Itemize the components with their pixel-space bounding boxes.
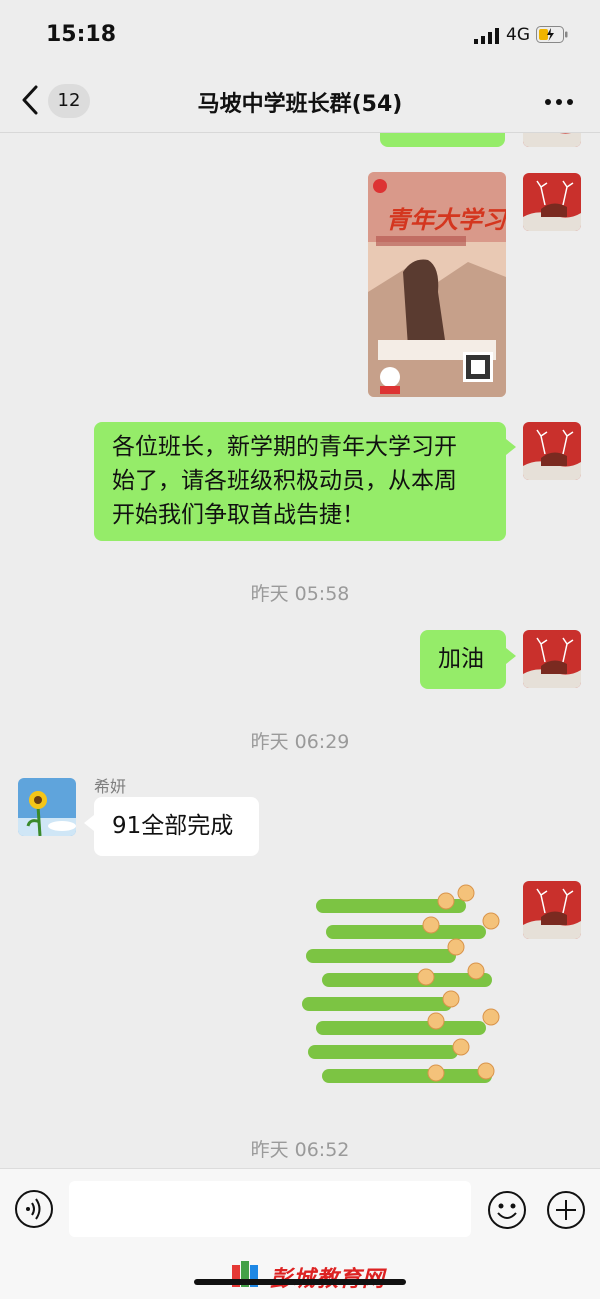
watermark-logo-icon bbox=[232, 1261, 258, 1287]
bubble-tail bbox=[84, 815, 94, 831]
bubble-tail bbox=[506, 648, 516, 664]
message-text-line: 各位班长，新学期的青年大学习开 bbox=[112, 434, 457, 460]
more-options-icon[interactable] bbox=[544, 98, 574, 106]
status-time: 15:18 bbox=[46, 22, 117, 47]
emoji-icon[interactable] bbox=[486, 1189, 528, 1231]
home-indicator bbox=[194, 1279, 406, 1285]
battery-charging-icon bbox=[536, 26, 568, 43]
message-bubble-text[interactable]: 加油 bbox=[420, 630, 506, 689]
timestamp: 昨天 05:58 bbox=[250, 583, 350, 605]
message-list[interactable]: 青年大学习 各位班长，新学期的青年大学习开 始了，请各班级积极动员，从本周 开始… bbox=[0, 133, 600, 1168]
network-type: 4G bbox=[506, 25, 530, 45]
message-input[interactable] bbox=[69, 1181, 471, 1237]
sender-name: 希妍 bbox=[94, 777, 127, 796]
status-bar: 15:18 4G bbox=[0, 0, 600, 70]
message-bubble-text[interactable]: 91全部完成 bbox=[94, 797, 259, 856]
message-text: 加油 bbox=[438, 646, 484, 672]
poster-title: 青年大学习 bbox=[386, 206, 506, 234]
watermark-text: 彭城教育网 bbox=[270, 1261, 385, 1293]
deer-avatar[interactable] bbox=[523, 422, 581, 480]
signal-icon bbox=[474, 28, 499, 44]
timestamp: 昨天 06:29 bbox=[250, 731, 350, 753]
deer-avatar[interactable] bbox=[523, 133, 581, 147]
timestamp: 昨天 06:52 bbox=[250, 1139, 350, 1161]
more-functions-plus-icon[interactable] bbox=[545, 1189, 587, 1231]
chat-title: 马坡中学班长群(54) bbox=[197, 92, 403, 117]
message-bubble-partial[interactable] bbox=[380, 133, 505, 147]
sunflower-avatar[interactable] bbox=[18, 778, 76, 836]
deer-avatar[interactable] bbox=[523, 173, 581, 231]
chat-header: 12 马坡中学班长群(54) bbox=[0, 70, 600, 133]
input-bar: 彭城教育网 bbox=[0, 1168, 600, 1299]
image-message[interactable]: 青年大学习 bbox=[368, 172, 506, 397]
deer-avatar[interactable] bbox=[523, 881, 581, 939]
message-text: 91全部完成 bbox=[112, 813, 234, 839]
message-text-line: 开始我们争取首战告捷！ bbox=[112, 502, 365, 528]
voice-input-icon[interactable] bbox=[14, 1189, 54, 1229]
message-bubble-text[interactable]: 各位班长，新学期的青年大学习开 始了，请各班级积极动员，从本周 开始我们争取首战… bbox=[94, 422, 506, 541]
thumbs-up-sticker[interactable] bbox=[296, 881, 508, 1101]
bubble-tail bbox=[506, 439, 516, 455]
deer-avatar[interactable] bbox=[523, 630, 581, 688]
message-text-line: 始了，请各班级积极动员，从本周 bbox=[112, 468, 457, 494]
